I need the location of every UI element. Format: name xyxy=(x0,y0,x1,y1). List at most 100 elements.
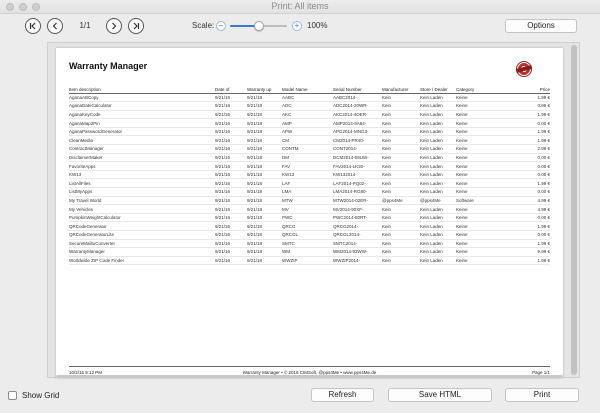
table-cell: 9/21/16 xyxy=(215,247,247,257)
table-cell: Keine xyxy=(456,204,504,214)
table-cell: Kein Laden xyxy=(420,256,456,266)
table-cell: WM xyxy=(282,247,333,257)
table-cell: Kein xyxy=(382,144,420,154)
table-cell: Kein xyxy=(382,221,420,231)
table-cell: QRCGL2014- xyxy=(333,230,382,240)
table-cell: AganaDateCalculator xyxy=(69,101,215,111)
table-cell: @pps4Me xyxy=(420,196,456,206)
table-cell: PumpkinWeightCalculator xyxy=(69,213,215,223)
table-cell: LMA xyxy=(282,187,333,197)
table-cell: Kein Laden xyxy=(420,221,456,231)
save-html-button[interactable]: Save HTML xyxy=(388,388,492,402)
table-cell: 1.99 € xyxy=(504,93,550,103)
document-footer: 10/2/16 9:12 PM Warranty Manager • © 201… xyxy=(69,366,550,375)
table-cell: SecureMailtoConverter xyxy=(69,239,215,249)
options-button[interactable]: Options xyxy=(505,19,577,33)
table-cell: 1.99 € xyxy=(504,221,550,231)
title-bar: Print: All items xyxy=(0,0,600,14)
print-button[interactable]: Print xyxy=(505,388,579,402)
previous-page-button[interactable] xyxy=(47,18,63,34)
table-cell: Kein Laden xyxy=(420,110,456,120)
table-cell: Kein xyxy=(382,118,420,128)
table-cell: Kein Laden xyxy=(420,204,456,214)
next-page-button[interactable] xyxy=(106,18,122,34)
vertical-scrollbar[interactable] xyxy=(571,45,577,375)
table-row: AganaABCopy 9/21/16 9/21/18 AABC AABC2014- Ke… xyxy=(69,93,550,103)
table-cell: AganaABCopy xyxy=(69,93,215,103)
column-header: Price xyxy=(504,86,550,94)
column-header: Store / Dealer xyxy=(420,86,456,94)
show-grid-label[interactable]: Show Grid xyxy=(22,391,59,400)
zoom-in-button[interactable]: + xyxy=(292,21,302,31)
table-cell: Kein Laden xyxy=(420,187,456,197)
table-header-row: Item description Date of Warranty up Model … xyxy=(69,86,550,94)
table-cell: CM2014-PR40- xyxy=(333,135,382,146)
table-cell: 9/21/18 xyxy=(247,161,282,171)
refresh-button[interactable]: Refresh xyxy=(311,388,374,402)
table-cell: PWC xyxy=(282,213,333,223)
table-cell: AganaKeyCode xyxy=(69,110,215,120)
table-row: CleanMedia 9/21/16 9/21/18 CM CM2014-PR40- Ke… xyxy=(69,135,550,146)
table-cell: 0.00 € xyxy=(504,187,550,197)
table-cell: @pps4Me xyxy=(382,196,420,206)
table-cell: Kein xyxy=(382,239,420,249)
table-cell: Kein xyxy=(382,170,420,180)
table-row: SecureMailtoConverter 9/21/16 9/21/18 SMTC S… xyxy=(69,239,550,249)
table-row: My Travel World 9/21/16 9/21/18 MTW MTW2014-… xyxy=(69,196,550,206)
last-page-button[interactable] xyxy=(128,18,144,34)
scale-slider-knob[interactable] xyxy=(253,21,264,31)
table-cell: 9/21/18 xyxy=(247,110,282,120)
table-cell: Keine xyxy=(456,178,504,189)
table-cell: 9/21/16 xyxy=(215,221,247,231)
table-row: QRCodeGeneratorLite 9/21/16 9/21/18 QRCGL QR… xyxy=(69,230,550,240)
table-cell: Kein xyxy=(382,135,420,146)
table-cell: 9/21/16 xyxy=(215,118,247,128)
table-cell: AganaPasswordGenerator xyxy=(69,127,215,137)
table-cell: 9/21/18 xyxy=(247,144,282,154)
table-cell: 9/21/16 xyxy=(215,170,247,180)
show-grid-checkbox[interactable] xyxy=(8,391,17,400)
zoom-out-button[interactable]: − xyxy=(216,21,226,31)
horizontal-scrollbar[interactable] xyxy=(56,375,563,378)
table-cell: AABC2014- xyxy=(333,93,382,103)
table-cell: Keine xyxy=(456,213,504,223)
table-cell: Kein Laden xyxy=(420,230,456,240)
table-cell: WM2014-93WW- xyxy=(333,247,382,257)
items-table: Item description Date of Warranty up Model … xyxy=(69,86,550,266)
table-cell: 4.99 € xyxy=(504,204,550,214)
table-cell: 9/21/16 xyxy=(215,93,247,103)
table-row: QRCodeGenerator 9/21/16 9/21/18 QRCG QRCG201… xyxy=(69,221,550,231)
table-cell: AMP2014-9A84- xyxy=(333,118,382,128)
table-cell: 9/21/18 xyxy=(247,153,282,163)
first-page-button[interactable] xyxy=(25,18,41,34)
table-cell: 9/21/16 xyxy=(215,110,247,120)
table-row: Worldwide ZIP Code Finder 9/21/16 9/21/18 W… xyxy=(69,256,550,266)
table-cell: 9/21/18 xyxy=(247,204,282,214)
table-cell: Kein Laden xyxy=(420,127,456,137)
table-cell: 9/21/16 xyxy=(215,213,247,223)
scale-slider[interactable] xyxy=(230,21,287,31)
table-cell: 1.99 € xyxy=(504,135,550,146)
table-cell: QRCG xyxy=(282,221,333,231)
table-row: KW13 9/21/16 9/21/18 KW13 KW132014- Kein Kein … xyxy=(69,170,550,180)
previous-page-icon xyxy=(52,22,57,30)
table-cell: My Travel World xyxy=(69,196,215,206)
table-cell: 0.00 € xyxy=(504,213,550,223)
table-cell: Kein Laden xyxy=(420,144,456,154)
print-preview-area[interactable]: Warranty Manager Item description Date of… xyxy=(47,42,580,378)
next-page-icon xyxy=(112,22,117,30)
table-cell: Kein xyxy=(382,110,420,120)
table-cell: Kein Laden xyxy=(420,101,456,111)
table-cell: 2.99 € xyxy=(504,144,550,154)
table-cell: ADC xyxy=(282,101,333,111)
table-cell: Kein Laden xyxy=(420,118,456,128)
table-cell: Keine xyxy=(456,135,504,146)
column-header: Category xyxy=(456,86,504,94)
table-body: AganaABCopy 9/21/16 9/21/18 AABC AABC2014- Ke… xyxy=(69,93,550,266)
table-cell: 0.99 € xyxy=(504,101,550,111)
table-cell: ContractManager xyxy=(69,144,215,154)
table-cell: SMTC2014- xyxy=(333,239,382,249)
table-row: DisclaimerMaker 9/21/16 9/21/18 DM DCM2014-0… xyxy=(69,153,550,163)
table-cell: 9/21/18 xyxy=(247,118,282,128)
table-cell: DisclaimerMaker xyxy=(69,153,215,163)
